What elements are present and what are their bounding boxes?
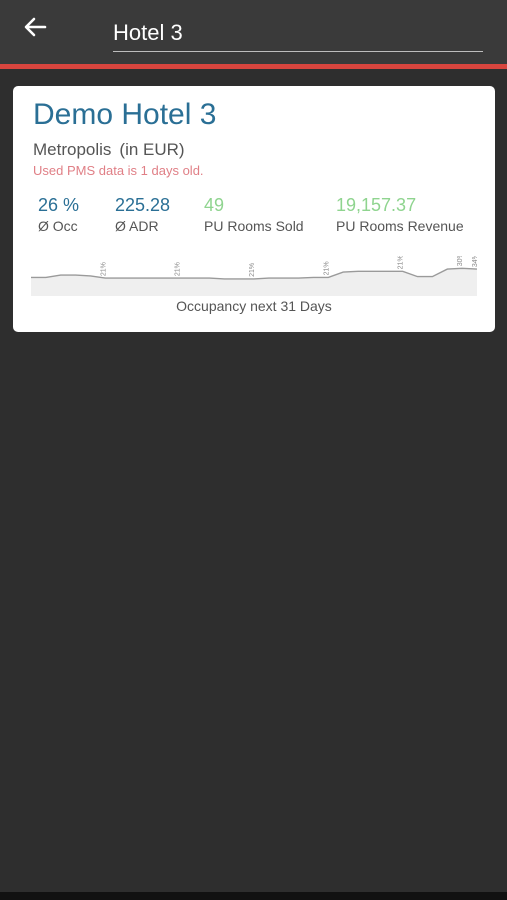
- kpi-pickup-rooms-revenue: 19,157.37 PU Rooms Revenue: [336, 194, 464, 235]
- chart-data-label: 21%: [249, 263, 256, 277]
- kpi-adr: 225.28 Ø ADR: [115, 194, 170, 235]
- arrow-left-icon: [24, 17, 47, 37]
- chart-data-label: 21%: [398, 256, 405, 269]
- kpi-label: PU Rooms Revenue: [336, 218, 464, 234]
- chart-data-label: 21%: [31, 261, 33, 275]
- city-row: Metropolis (in EUR): [33, 140, 185, 160]
- chart-data-label: 30%: [457, 256, 464, 266]
- accent-divider: [0, 64, 507, 69]
- kpi-label: PU Rooms Sold: [204, 218, 304, 234]
- kpi-value: 225.28: [115, 195, 171, 215]
- chart-data-label: 21%: [323, 261, 330, 275]
- hotel-card[interactable]: Demo Hotel 3 Metropolis (in EUR) Used PMS…: [13, 86, 495, 332]
- chart-caption: Occupancy next 31 Days: [176, 298, 332, 314]
- kpi-value: 49: [204, 195, 225, 215]
- hotel-name: Demo Hotel 3: [33, 98, 217, 131]
- app-bar: [0, 0, 507, 64]
- chart-data-label: 21%: [100, 262, 107, 276]
- currency-note: (in EUR): [119, 140, 185, 159]
- kpi-label: Ø Occ: [38, 218, 78, 234]
- system-nav-bar: [0, 892, 507, 900]
- hotel-city: Metropolis: [33, 140, 112, 159]
- back-button[interactable]: [18, 12, 52, 42]
- search-input[interactable]: [113, 17, 483, 49]
- search-field: [113, 17, 483, 52]
- chart-data-label: 34%: [472, 256, 477, 267]
- data-age-warning: Used PMS data is 1 days old.: [33, 163, 204, 178]
- kpi-occupancy: 26 % Ø Occ: [38, 194, 79, 235]
- occupancy-chart: 21% 21% 21% 21% 21% 21% 30% 34%: [31, 256, 477, 296]
- kpi-label: Ø ADR: [115, 218, 159, 234]
- kpi-value: 26 %: [38, 195, 80, 215]
- chart-data-label: 21%: [175, 262, 182, 276]
- kpi-pickup-rooms-sold: 49 PU Rooms Sold: [204, 194, 304, 235]
- kpi-value: 19,157.37: [336, 195, 417, 215]
